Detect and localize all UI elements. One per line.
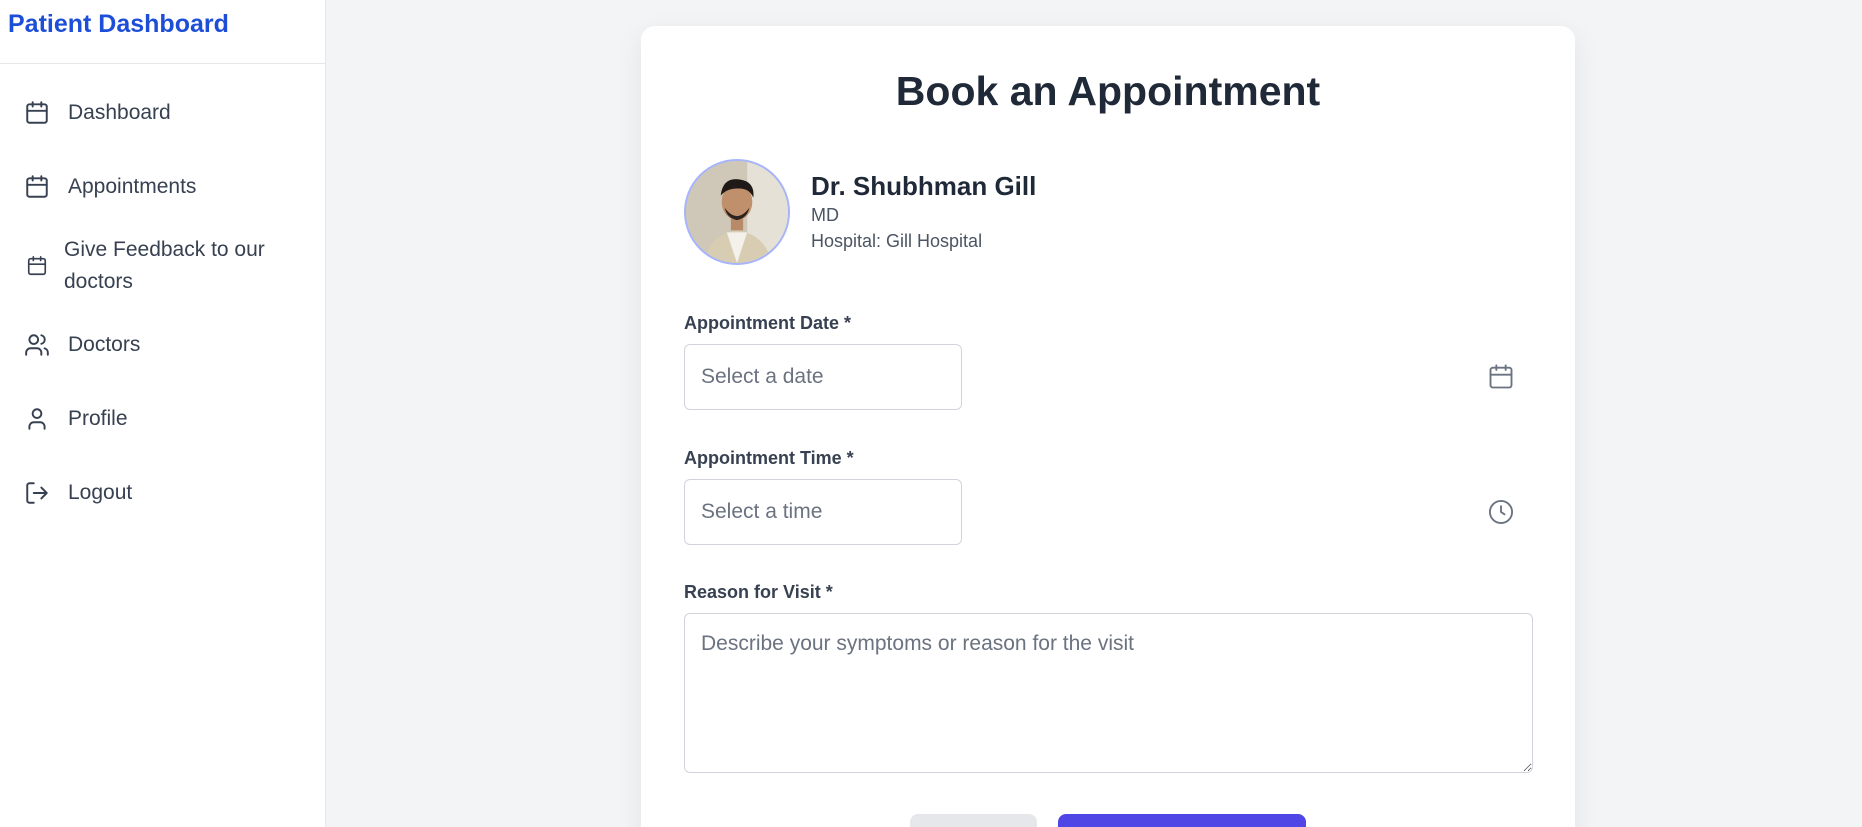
reason-textarea[interactable]	[684, 613, 1533, 773]
sidebar-item-dashboard[interactable]: Dashboard	[0, 86, 325, 140]
users-icon	[24, 332, 50, 358]
brand-title[interactable]: Patient Dashboard	[0, 0, 325, 64]
calendar-icon	[24, 174, 50, 200]
doctor-summary: Dr. Shubhman Gill MD Hospital: Gill Hosp…	[684, 159, 1036, 265]
time-label: Appointment Time *	[684, 448, 854, 468]
clock-icon[interactable]	[1487, 498, 1515, 526]
reason-label: Reason for Visit *	[684, 582, 833, 602]
sidebar-item-label: Give Feedback to our doctors	[64, 238, 265, 293]
date-label: Appointment Date *	[684, 313, 852, 333]
doctor-avatar	[684, 159, 790, 265]
time-input[interactable]	[684, 479, 962, 545]
logout-icon	[24, 480, 50, 506]
cancel-button[interactable]	[910, 814, 1037, 827]
page-title: Book an Appointment	[895, 68, 1321, 114]
sidebar-item-logout[interactable]: Logout	[0, 466, 325, 520]
sidebar-item-profile[interactable]: Profile	[0, 392, 325, 446]
calendar-icon	[24, 100, 50, 126]
sidebar-item-label: Logout	[68, 481, 133, 504]
date-input[interactable]	[684, 344, 962, 410]
calendar-icon[interactable]	[1487, 363, 1515, 391]
doctor-name: Dr. Shubhman Gill	[811, 171, 1037, 201]
user-icon	[24, 406, 50, 432]
doctor-hospital: Hospital: Gill Hospital	[811, 231, 983, 251]
sidebar-item-label: Appointments	[68, 175, 197, 198]
sidebar: Patient Dashboard Dashboard Appointments…	[0, 0, 326, 827]
sidebar-item-label: Doctors	[68, 333, 141, 356]
sidebar-nav: Dashboard Appointments Give Feedback to …	[0, 64, 325, 520]
sidebar-item-feedback[interactable]: Give Feedback to our doctors	[0, 234, 325, 298]
doctor-degree: MD	[811, 205, 839, 225]
sidebar-item-label: Dashboard	[68, 101, 171, 124]
sidebar-item-label: Profile	[68, 407, 128, 430]
sidebar-item-doctors[interactable]: Doctors	[0, 318, 325, 372]
book-appointment-button[interactable]	[1058, 814, 1306, 827]
calendar-icon	[24, 253, 50, 279]
sidebar-item-appointments[interactable]: Appointments	[0, 160, 325, 214]
appointment-card: Book an Appointment Dr. Shubhman Gill MD…	[641, 26, 1575, 827]
doctor-info: Dr. Shubhman Gill MD Hospital: Gill Hosp…	[811, 170, 1036, 254]
